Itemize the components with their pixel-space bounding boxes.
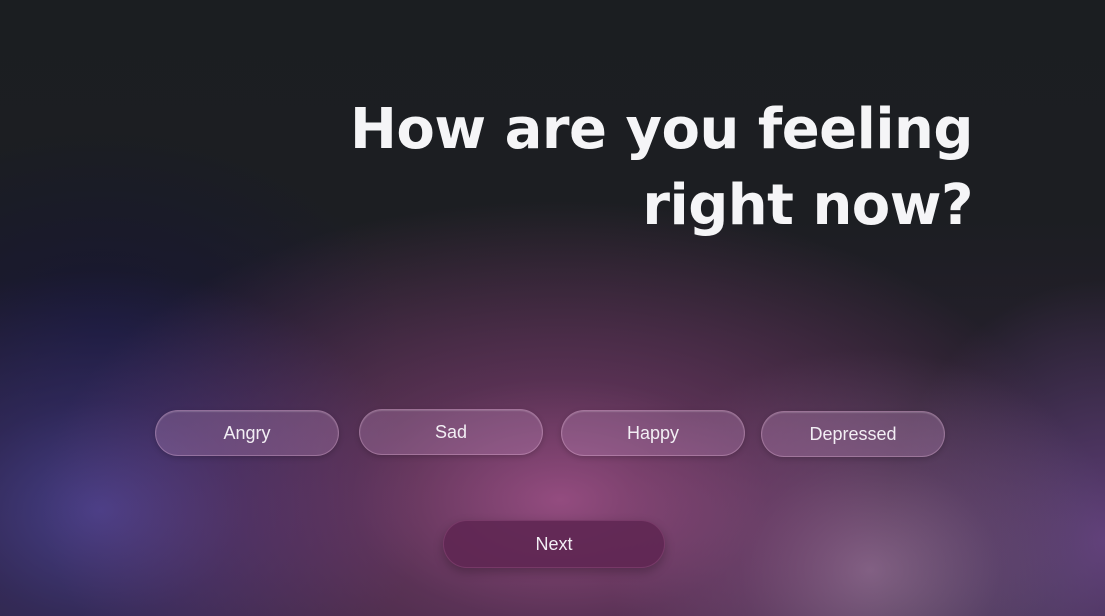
question-line-1: How are you feeling — [350, 97, 973, 162]
question-line-2: right now? — [642, 173, 973, 238]
mood-check-screen: How are you feeling right now? Angry Sad… — [0, 0, 1105, 616]
question-heading: How are you feeling right now? — [333, 92, 973, 244]
mood-options: Angry Sad Happy Depressed — [155, 409, 955, 458]
mood-option-depressed[interactable]: Depressed — [761, 411, 945, 457]
mood-option-sad[interactable]: Sad — [359, 409, 543, 455]
mood-option-angry[interactable]: Angry — [155, 410, 339, 456]
mood-option-happy[interactable]: Happy — [561, 410, 745, 456]
next-button[interactable]: Next — [443, 520, 665, 568]
